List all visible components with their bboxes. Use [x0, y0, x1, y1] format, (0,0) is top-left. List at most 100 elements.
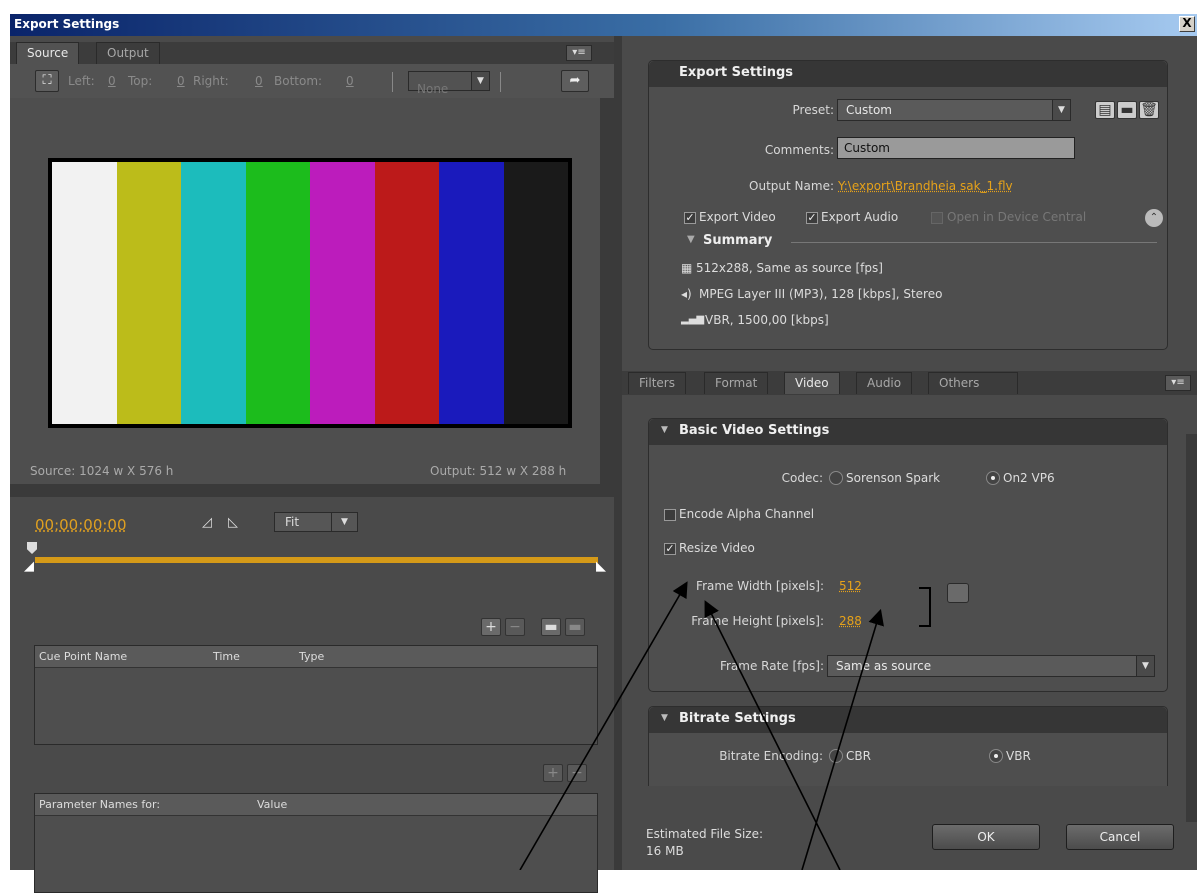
cbr-radio[interactable]	[829, 749, 843, 763]
out-marker-icon[interactable]: ◣	[596, 559, 606, 574]
set-out-point-icon[interactable]: ◺	[228, 515, 238, 530]
remove-parameter-button[interactable]: −	[567, 764, 587, 782]
summary-label: Summary	[703, 233, 773, 248]
save-cue-points-icon[interactable]: ▬	[565, 618, 585, 636]
bitrate-header: ▼ Bitrate Settings	[649, 707, 1167, 733]
frame-width-value[interactable]: 512	[839, 579, 862, 593]
close-button[interactable]: X	[1179, 16, 1195, 32]
panel-menu-icon[interactable]: ▾≡	[1165, 375, 1191, 391]
color-bars	[48, 158, 572, 428]
tab-source[interactable]: Source	[16, 42, 80, 64]
toggle-output-icon[interactable]: ➦	[561, 70, 589, 92]
ok-button[interactable]: OK	[932, 824, 1040, 850]
preset-select[interactable]: Custom ▼	[837, 99, 1071, 121]
preview-vertical-scrollbar[interactable]	[600, 98, 614, 484]
vbr-label: VBR	[1006, 749, 1031, 763]
timeline-bar[interactable]	[35, 557, 598, 563]
bitrate-title: Bitrate Settings	[679, 711, 796, 726]
color-bar-3	[181, 162, 246, 424]
collapse-icon[interactable]: ⌃	[1145, 209, 1163, 227]
left-pane: Source Output ▾≡ ⛶ Left: 0 Top: 0 Right:…	[10, 36, 614, 893]
tab-filters[interactable]: Filters	[628, 372, 686, 394]
set-in-point-icon[interactable]: ◿	[202, 515, 212, 530]
import-preset-icon[interactable]: ▬	[1117, 101, 1137, 119]
codec-vp6-radio[interactable]	[986, 471, 1000, 485]
crop-bottom-value[interactable]: 0	[346, 74, 354, 88]
codec-label: Codec:	[781, 471, 823, 485]
export-audio-checkbox[interactable]: ✓	[806, 212, 818, 224]
open-cue-points-icon[interactable]: ▬	[541, 618, 561, 636]
save-preset-icon[interactable]: ▤	[1095, 101, 1115, 119]
col-time[interactable]: Time	[213, 650, 240, 663]
frame-height-value[interactable]: 288	[839, 614, 862, 628]
in-marker-icon[interactable]: ◢	[24, 559, 34, 574]
tab-output[interactable]: Output	[96, 42, 160, 64]
aspect-link-bracket	[919, 587, 931, 627]
tab-format[interactable]: Format	[704, 372, 769, 394]
crop-right-value[interactable]: 0	[255, 74, 263, 88]
device-central-checkbox[interactable]	[931, 212, 943, 224]
playhead-icon[interactable]	[27, 542, 37, 554]
add-parameter-button[interactable]: +	[543, 764, 563, 782]
tab-video[interactable]: Video	[784, 372, 840, 394]
add-cue-point-button[interactable]: +	[481, 618, 501, 636]
export-video-checkbox[interactable]: ✓	[684, 212, 696, 224]
col-value[interactable]: Value	[257, 798, 287, 811]
color-bar-5	[310, 162, 375, 424]
disclosure-triangle-icon[interactable]: ▼	[661, 713, 668, 723]
frame-width-label: Frame Width [pixels]:	[696, 579, 824, 593]
crop-right-label: Right:	[193, 74, 229, 88]
timecode[interactable]: 00;00;00;00	[35, 516, 127, 534]
export-settings-panel: Export Settings Preset: Custom ▼ ▤ ▬ 🗑 Co…	[648, 60, 1168, 350]
delete-preset-icon[interactable]: 🗑	[1139, 101, 1159, 119]
color-bar-1	[52, 162, 117, 424]
divider	[500, 72, 501, 92]
preview-horizontal-scrollbar[interactable]	[10, 484, 614, 497]
encode-alpha-label: Encode Alpha Channel	[679, 507, 815, 521]
remove-cue-point-button[interactable]: −	[505, 618, 525, 636]
cancel-button[interactable]: Cancel	[1066, 824, 1174, 850]
disclosure-triangle-icon[interactable]: ▼	[687, 234, 695, 245]
vbr-radio[interactable]	[989, 749, 1003, 763]
bitrate-panel: ▼ Bitrate Settings Bitrate Encoding: CBR…	[648, 706, 1168, 796]
col-parameter-names[interactable]: Parameter Names for:	[39, 798, 160, 811]
cbr-label: CBR	[846, 749, 871, 763]
source-dimensions: Source: 1024 w X 576 h	[30, 464, 174, 478]
tab-audio[interactable]: Audio	[856, 372, 913, 394]
settings-vertical-scrollbar[interactable]	[1186, 434, 1197, 822]
estimated-size-label: Estimated File Size:	[646, 827, 764, 841]
tab-others[interactable]: Others	[928, 372, 1018, 394]
color-bar-4	[245, 162, 310, 424]
output-name-link[interactable]: Y:\export\Brandheia sak_1.flv	[838, 179, 1013, 193]
cue-point-area: 00;00;00;00 ◿ ◺ Fit ▼ ◢ ◣ + − ▬ ▬ Cue Po…	[10, 497, 614, 893]
resize-video-checkbox[interactable]: ✓	[664, 543, 676, 555]
encode-alpha-checkbox[interactable]	[664, 509, 676, 521]
preset-label: Preset:	[792, 103, 834, 117]
crop-bottom-label: Bottom:	[274, 74, 323, 88]
frame-rate-select[interactable]: Same as source ▼	[827, 655, 1155, 677]
crop-ratio-select[interactable]: None ▼	[408, 71, 490, 96]
crop-ratio-value: None	[417, 82, 449, 96]
panel-menu-icon[interactable]: ▾≡	[566, 45, 592, 61]
export-video-label: Export Video	[699, 210, 776, 224]
col-cue-point-name[interactable]: Cue Point Name	[39, 650, 127, 663]
constrain-proportions-button[interactable]	[947, 583, 969, 603]
zoom-value: Fit	[285, 515, 300, 529]
settings-tabs: Filters Format Video Audio Others ▾≡	[622, 371, 1197, 395]
zoom-select[interactable]: Fit ▼	[274, 512, 358, 532]
export-settings-window: Export Settings X Source Output ▾≡ ⛶ Lef…	[0, 0, 1197, 893]
bitrate-encoding-label: Bitrate Encoding:	[719, 749, 823, 763]
col-type[interactable]: Type	[299, 650, 324, 663]
disclosure-triangle-icon[interactable]: ▼	[661, 425, 668, 435]
codec-sorenson-radio[interactable]	[829, 471, 843, 485]
crop-top-value[interactable]: 0	[177, 74, 185, 88]
crop-left-value[interactable]: 0	[108, 74, 116, 88]
title-bar: Export Settings X	[10, 14, 1197, 36]
chevron-down-icon: ▼	[1136, 656, 1154, 676]
comments-field[interactable]: Custom	[837, 137, 1075, 159]
crop-icon[interactable]: ⛶	[35, 70, 59, 92]
frame-height-label: Frame Height [pixels]:	[691, 614, 824, 628]
basic-video-header: ▼ Basic Video Settings	[649, 419, 1167, 445]
chevron-down-icon: ▼	[331, 513, 357, 531]
chevron-down-icon: ▼	[471, 72, 489, 90]
